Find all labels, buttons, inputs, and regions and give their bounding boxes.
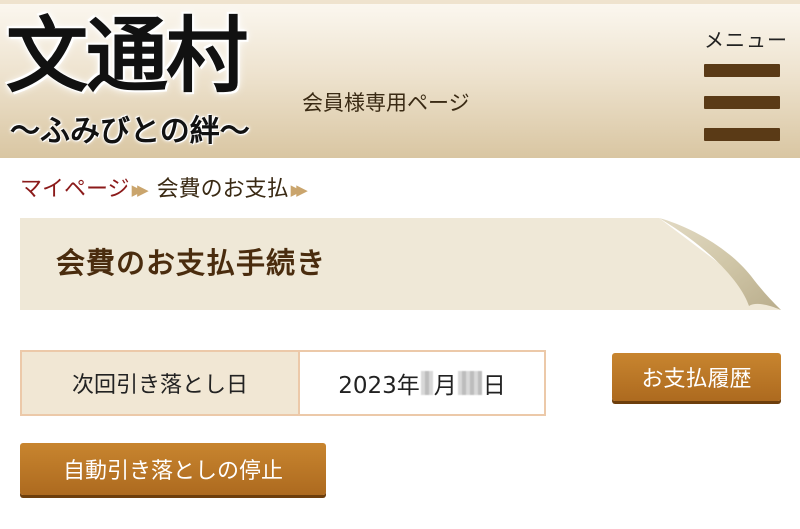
next-debit-label: 次回引き落とし日 [22,352,300,414]
page-title: 会費のお支払手続き [56,246,327,280]
date-year: 2023年 [338,373,420,399]
next-debit-date: 2023年 月 日 [300,352,544,414]
site-logo[interactable]: 文通村 〜ふみびとの絆〜 [0,4,290,162]
redacted-day [457,371,482,395]
members-only-label: 会員様専用ページ [302,91,470,115]
page-curl-icon [659,218,781,310]
breadcrumb-mypage-link[interactable]: マイページ [20,172,130,208]
logo-title: 文通村 [6,8,248,104]
breadcrumb-current: 会費のお支払 [156,177,289,202]
date-month-suffix: 月 [433,373,457,399]
date-day-suffix: 日 [482,373,506,399]
logo-subtitle: 〜ふみびとの絆〜 [10,114,250,149]
hamburger-bar [704,96,780,109]
payment-history-button[interactable]: お支払履歴 [612,353,781,401]
double-chevron-right-icon: ▶▶ [290,181,308,199]
double-chevron-right-icon: ▶▶ [131,181,149,199]
breadcrumb: マイページ ▶▶ 会費のお支払 ▶▶ [20,172,316,208]
hamburger-bar [704,64,780,77]
site-header: 文通村 〜ふみびとの絆〜 会員様専用ページ メニュー [0,0,800,158]
page-title-banner: 会費のお支払手続き [20,218,781,310]
redacted-month [420,371,433,395]
stop-autodebit-button[interactable]: 自動引き落としの停止 [20,443,326,495]
menu-label: メニュー [704,28,788,52]
menu-button[interactable]: メニュー [696,26,794,148]
hamburger-bar [704,128,780,141]
next-debit-date-box: 次回引き落とし日 2023年 月 日 [20,350,546,416]
